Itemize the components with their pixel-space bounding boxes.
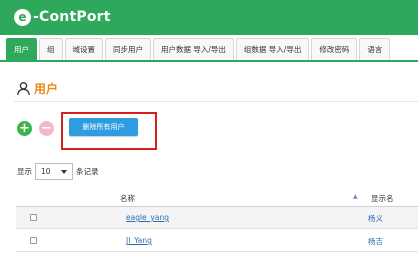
main-tabs: 用户 组 域设置 同步用户 用户数据 导入/导出 组数据 导入/导出 修改密码 … (6, 38, 392, 60)
header-divider (14, 101, 418, 102)
column-header-name[interactable]: 名称 (120, 193, 135, 204)
tab-language[interactable]: 语言 (359, 38, 391, 60)
page-header: 用户 (16, 80, 58, 97)
delete-all-users-button[interactable]: 删除所有用户 (69, 118, 138, 136)
brand-name: -ContPort (33, 9, 111, 25)
brand-logo: e -ContPort (14, 7, 111, 27)
column-header-display-name[interactable]: 显示名 (371, 193, 394, 204)
tab-change-password[interactable]: 修改密码 (311, 38, 358, 60)
display-name-link[interactable]: 杨义 (368, 213, 383, 224)
tab-group-import-export[interactable]: 组数据 导入/导出 (235, 38, 310, 60)
dropdown-arrow-icon (61, 167, 67, 176)
tab-underline (0, 60, 418, 62)
remove-user-button[interactable]: − (39, 121, 54, 136)
tab-domain-settings[interactable]: 域设置 (64, 38, 103, 60)
row-checkbox[interactable] (30, 214, 37, 221)
tab-users[interactable]: 用户 (6, 38, 37, 60)
page-size-select[interactable]: 10 (35, 163, 73, 180)
show-label: 显示 (17, 167, 32, 176)
tab-user-import-export[interactable]: 用户数据 导入/导出 (153, 38, 234, 60)
records-label: 条记录 (76, 167, 99, 176)
user-icon (16, 81, 31, 96)
row-checkbox[interactable] (30, 237, 37, 244)
page-size-control: 显示 10 条记录 (17, 163, 99, 180)
table-header: 名称 ▲ 显示名 (16, 190, 418, 207)
logo-mark-icon: e (14, 8, 31, 26)
username-link[interactable]: JI_Yang (126, 236, 152, 245)
tab-groups[interactable]: 组 (39, 38, 63, 60)
sort-asc-icon[interactable]: ▲ (353, 193, 358, 200)
page-size-value: 10 (41, 167, 51, 176)
table-row: eagle_yang 杨义 (16, 207, 418, 229)
table-row: JI_Yang 杨吉 (16, 230, 418, 252)
add-user-button[interactable]: + (17, 121, 32, 136)
username-link[interactable]: eagle_yang (126, 213, 169, 222)
display-name-link[interactable]: 杨吉 (368, 236, 383, 247)
page-title: 用户 (34, 82, 59, 96)
tab-sync-users[interactable]: 同步用户 (105, 38, 151, 60)
top-bar: e -ContPort (0, 0, 418, 35)
